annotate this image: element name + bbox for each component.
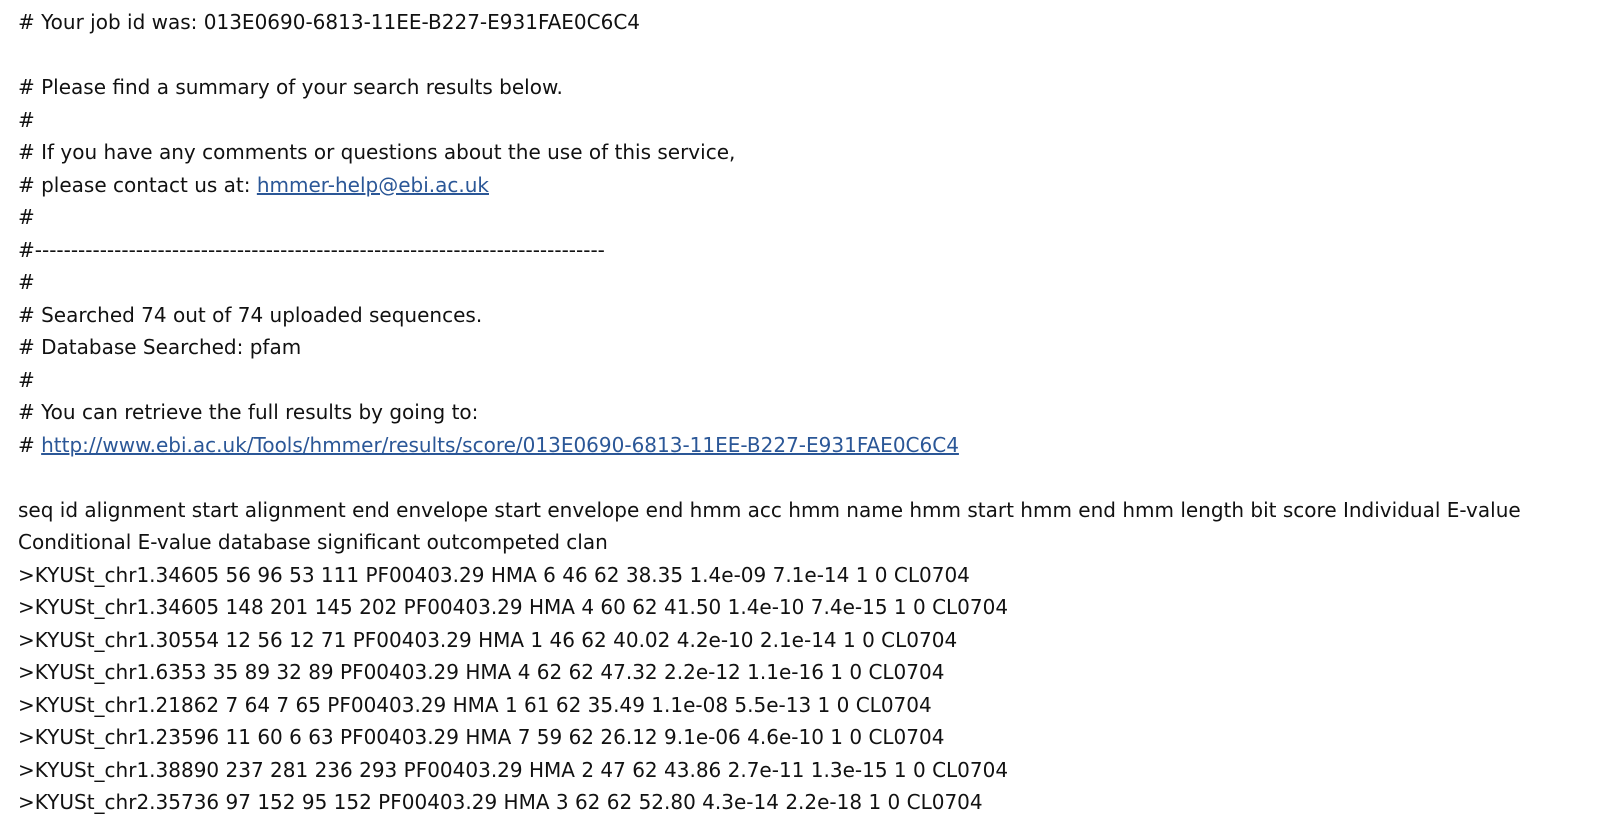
comment-hash-line: # (18, 107, 35, 132)
comment-hash-line: # (18, 270, 35, 294)
table-row: >KYUSt_chr1.34605 56 96 53 111 PF00403.2… (18, 562, 970, 587)
results-url-link[interactable]: http://www.ebi.ac.uk/Tools/hmmer/results… (41, 433, 959, 457)
table-row: >KYUSt_chr1.6353 35 89 32 89 PF00403.29 … (18, 660, 945, 684)
table-row: >KYUSt_chr1.23596 11 60 6 63 PF00403.29 … (18, 725, 945, 749)
searched-line: # Searched 74 out of 74 uploaded sequenc… (18, 302, 483, 327)
contact-line: # please contact us at: hmmer-help@ebi.a… (18, 169, 1602, 202)
contact-prefix: # please contact us at: (18, 172, 257, 197)
table-row: >KYUSt_chr1.21862 7 64 7 65 PF00403.29 H… (18, 692, 932, 717)
table-row: >KYUSt_chr2.35736 97 152 95 152 PF00403.… (18, 790, 983, 814)
retrieve-line: # You can retrieve the full results by g… (18, 400, 479, 424)
results-rows: >KYUSt_chr1.34605 56 96 53 111 PF00403.2… (18, 559, 1602, 819)
table-row: >KYUSt_chr1.38890 237 281 236 293 PF0040… (18, 757, 1009, 782)
results-url-line: # http://www.ebi.ac.uk/Tools/hmmer/resul… (18, 429, 1602, 462)
separator-line: #---------------------------------------… (18, 237, 605, 262)
database-line: # Database Searched: pfam (18, 335, 302, 359)
job-id-line: # Your job id was: 013E0690-6813-11EE-B2… (18, 10, 641, 34)
results-document: # Your job id was: 013E0690-6813-11EE-B2… (0, 0, 1620, 819)
summary-line: # Please find a summary of your search r… (18, 75, 563, 99)
comments-line: # If you have any comments or questions … (18, 140, 736, 164)
results-prefix: # (18, 432, 42, 457)
table-header: seq id alignment start alignment end env… (18, 497, 1521, 555)
table-row: >KYUSt_chr1.34605 148 201 145 202 PF0040… (18, 595, 1009, 619)
comment-hash-line: # (18, 205, 35, 229)
comment-hash-line: # (18, 367, 35, 392)
table-row: >KYUSt_chr1.30554 12 56 12 71 PF00403.29… (18, 627, 958, 652)
contact-email-link[interactable]: hmmer-help@ebi.ac.uk (257, 173, 489, 197)
